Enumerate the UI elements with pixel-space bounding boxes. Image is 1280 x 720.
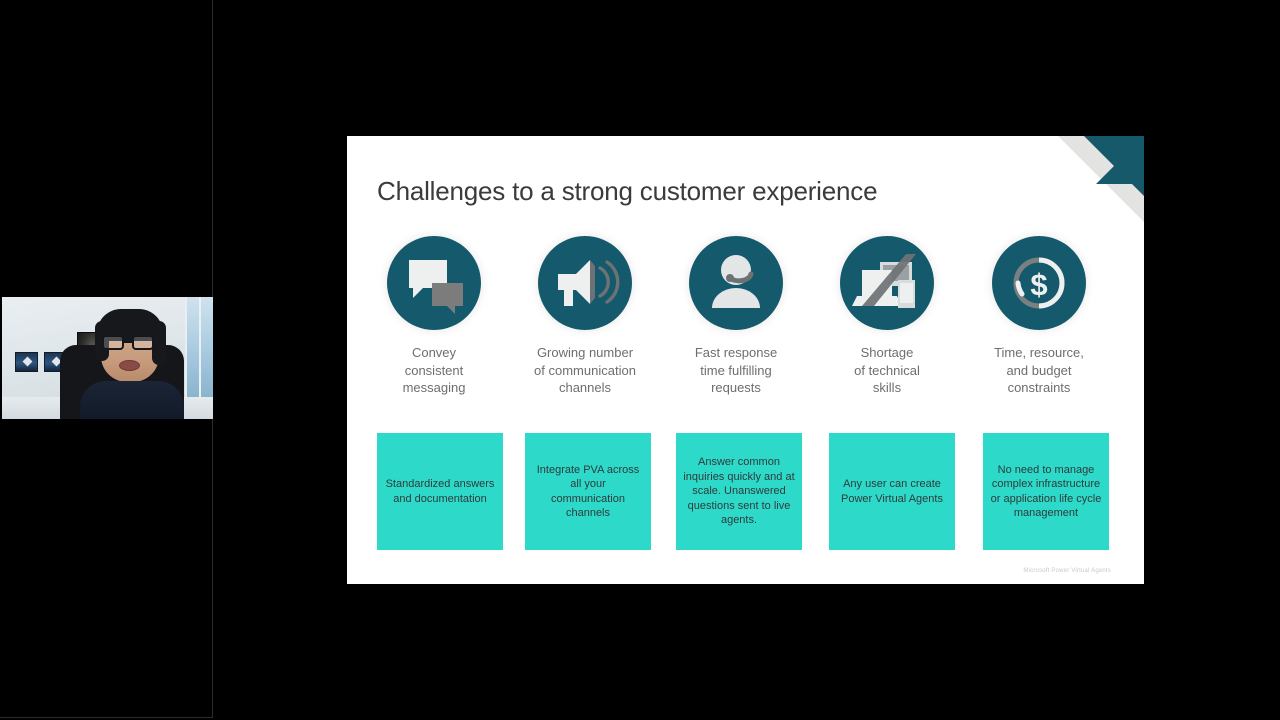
solution-box: Standardized answers and documentation — [377, 433, 503, 550]
solution-box: No need to manage complex infrastructure… — [983, 433, 1109, 550]
challenge-column-5: $ Time, resource, and budget constraints — [976, 236, 1102, 397]
challenge-column-4: Shortage of technical skills — [824, 236, 950, 397]
participant-webcam-tile[interactable] — [2, 297, 213, 419]
screen-share-view: Challenges to a strong customer experien… — [0, 0, 1280, 720]
megaphone-icon — [538, 236, 632, 330]
challenge-caption: Time, resource, and budget constraints — [994, 345, 1084, 395]
person-torso — [80, 381, 184, 419]
solution-box: Integrate PVA across all your communicat… — [525, 433, 651, 550]
presentation-slide[interactable]: Challenges to a strong customer experien… — [347, 136, 1144, 584]
solution-box-text: Answer common inquiries quickly and at s… — [683, 456, 795, 527]
svg-text:$: $ — [1030, 267, 1047, 302]
person-mouth — [119, 360, 140, 371]
wall-plaque-left — [15, 352, 38, 372]
glasses-icon — [102, 335, 158, 350]
solution-box: Answer common inquiries quickly and at s… — [676, 433, 802, 550]
challenge-caption: Growing number of communication channels — [534, 345, 636, 395]
solution-box: Any user can create Power Virtual Agents — [829, 433, 955, 550]
challenge-caption: Shortage of technical skills — [854, 345, 920, 395]
agent-headset-icon — [689, 236, 783, 330]
solution-box-text: Integrate PVA across all your communicat… — [536, 463, 640, 520]
solution-box-text: Standardized answers and documentation — [385, 478, 495, 505]
challenge-column-3: Fast response time fulfilling requests — [673, 236, 799, 397]
solution-box-text: Any user can create Power Virtual Agents — [841, 478, 943, 505]
challenge-column-1: Convey consistent messaging — [371, 236, 497, 397]
participant-panel — [0, 0, 213, 718]
chat-bubbles-icon — [387, 236, 481, 330]
devices-icon — [840, 236, 934, 330]
page-title: Challenges to a strong customer experien… — [377, 176, 878, 206]
slide-footer: Microsoft Power Virtual Agents — [1023, 568, 1111, 574]
solution-box-text: No need to manage complex infrastructure… — [990, 463, 1102, 520]
corner-teal-triangle-lower — [1096, 136, 1144, 184]
glasses-lens-right — [132, 335, 154, 350]
challenge-column-2: Growing number of communication channels — [522, 236, 648, 397]
dollar-circle-icon: $ — [992, 236, 1086, 330]
challenge-caption: Fast response time fulfilling requests — [694, 345, 778, 395]
challenge-caption: Convey consistent messaging — [402, 345, 466, 395]
glasses-lens-left — [102, 335, 124, 350]
